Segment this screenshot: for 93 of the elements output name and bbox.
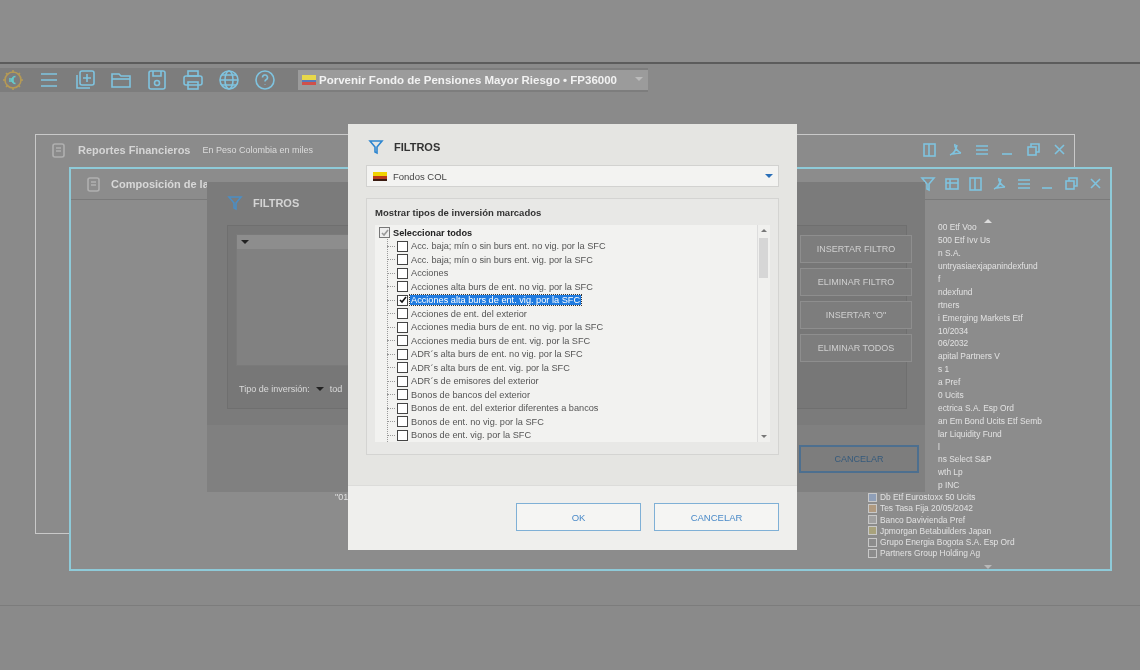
checkbox[interactable]: [397, 429, 408, 441]
legend-label: 500 Etf Ivv Us: [938, 234, 991, 247]
legend-label: lar Liquidity Fund: [938, 427, 1002, 441]
cell-text: "01: [335, 492, 349, 502]
cancel-button[interactable]: CANCELAR: [654, 503, 779, 531]
checkbox[interactable]: [397, 254, 408, 266]
legend-label: 00 Etf Voo: [938, 221, 977, 234]
legend-label: wth Lp: [938, 466, 963, 479]
grid-icon[interactable]: [944, 176, 960, 192]
flag-icon: [302, 75, 316, 85]
euro-gear-icon[interactable]: [2, 69, 24, 91]
legend-label: ectrica S.A. Esp Ord: [938, 401, 1014, 415]
ok-button[interactable]: OK: [516, 503, 641, 531]
tree-item[interactable]: Bonos de bancos del exterior: [410, 389, 531, 400]
checkbox[interactable]: [397, 294, 408, 306]
filter-icon[interactable]: [920, 176, 936, 192]
dialog-title: FILTROS: [253, 197, 300, 209]
tree-item[interactable]: Bonos de ent. vig. por la SFC: [410, 430, 532, 441]
group-title: Mostrar tipos de inversión marcados: [375, 207, 543, 218]
legend-label: apital Partners V: [938, 350, 1000, 363]
book-icon[interactable]: [922, 142, 938, 158]
checkbox[interactable]: [397, 240, 408, 252]
tree-item[interactable]: ADR´s alta burs de ent. no vig. por la SFC: [410, 349, 584, 360]
menu-icon[interactable]: [974, 142, 990, 158]
flag-icon: [373, 171, 387, 181]
checkbox-label: Seleccionar todos: [392, 227, 474, 238]
scrollbar[interactable]: [757, 225, 770, 442]
tree-item[interactable]: Acc. baja; mín o sin burs ent. no vig. por la SFC: [410, 241, 607, 252]
legend-label: p INC: [938, 479, 960, 492]
caret-icon: [241, 240, 249, 244]
window-title: Reportes Financieros: [78, 144, 191, 156]
checkbox[interactable]: [397, 348, 408, 360]
checkbox[interactable]: [397, 267, 408, 279]
legend-label: Banco Davivienda Pref: [880, 514, 966, 525]
field-label: Tipo de inversión:: [239, 384, 310, 394]
checkbox[interactable]: [379, 227, 390, 239]
tree-item[interactable]: Bonos de ent. del exterior diferentes a bancos: [410, 403, 600, 414]
checkbox[interactable]: [397, 321, 408, 333]
window-icon: [50, 142, 66, 158]
caret-icon: [765, 174, 773, 178]
caret-icon[interactable]: [315, 387, 324, 391]
legend-label: Tes Tasa Fija 20/05/2042: [880, 503, 973, 514]
legend-label: s 1: [938, 363, 950, 376]
legend-label: Db Etf Eurostoxx 50 Ucits: [880, 492, 976, 503]
tree-item[interactable]: Acc. baja; mín o sin burs ent. vig. por la SFC: [410, 254, 594, 265]
legend-label: rtners: [938, 298, 960, 312]
checkbox[interactable]: [397, 389, 408, 401]
checkbox[interactable]: [397, 402, 408, 414]
legend-label: f: [938, 273, 941, 286]
legend-label: ns Select S&P: [938, 453, 992, 466]
filter-icon: [368, 139, 384, 155]
restore-icon[interactable]: [1064, 176, 1080, 192]
legend-label: Jpmorgan Betabuilders Japan: [880, 525, 992, 536]
legend-label: 06/2032: [938, 337, 969, 350]
tree-item[interactable]: Acciones: [410, 268, 450, 279]
tree-item[interactable]: Acciones media burs de ent. no vig. por la SFC: [410, 322, 604, 333]
tree-item[interactable]: Bonos de ent. no vig. por la SFC: [410, 416, 545, 427]
save-icon[interactable]: [146, 69, 168, 91]
checkbox[interactable]: [397, 416, 408, 428]
add-document-icon[interactable]: [74, 69, 96, 91]
legend-label: n S.A.: [938, 247, 961, 260]
legend-label: untryasiaexjapanindexfund: [938, 260, 1038, 273]
tree-item[interactable]: Acciones media burs de ent. vig. por la SFC: [410, 335, 592, 346]
legend-label: ndexfund: [938, 285, 973, 299]
legend-label: Grupo Energia Bogota S.A. Esp Ord: [880, 537, 1015, 548]
legend-label: Partners Group Holding Ag: [880, 548, 981, 559]
window-subtitle: En Peso Colombia en miles: [202, 145, 314, 155]
checkbox[interactable]: [397, 335, 408, 347]
checkbox[interactable]: [397, 281, 408, 293]
scroll-down-icon[interactable]: [984, 565, 992, 569]
book-icon[interactable]: [968, 176, 984, 192]
tree-item[interactable]: Acciones de ent. del exterior: [410, 308, 528, 319]
legend-label: 10/2034: [938, 324, 969, 337]
tree-item[interactable]: ADR´s de emisores del exterior: [410, 376, 540, 387]
checkbox[interactable]: [397, 308, 408, 320]
legend-label: an Em Bond Ucits Etf Semb: [938, 414, 1042, 428]
tree-item[interactable]: Acciones alta burs de ent. no vig. por la SFC: [410, 281, 594, 292]
globe-icon[interactable]: [218, 69, 240, 91]
dialog-title: FILTROS: [394, 141, 441, 153]
printer-icon[interactable]: [182, 69, 204, 91]
menu-icon[interactable]: [1016, 176, 1032, 192]
restore-icon[interactable]: [1026, 142, 1042, 158]
legend-label: a Pref: [938, 376, 961, 389]
scroll-up-icon[interactable]: [984, 219, 992, 223]
help-icon[interactable]: [254, 69, 276, 91]
filter-icon: [227, 195, 243, 211]
tree-item[interactable]: ADR´s alta burs de ent. vig. por la SFC: [410, 362, 571, 373]
fund-dropdown[interactable]: Fondos COL: [366, 165, 779, 187]
legend-label: 0 Ucits: [938, 389, 964, 402]
window-icon: [85, 176, 101, 192]
checkbox[interactable]: [397, 375, 408, 387]
checkbox[interactable]: [397, 362, 408, 374]
tree-item[interactable]: Acciones alta burs de ent. vig. por la SFC: [410, 295, 582, 306]
